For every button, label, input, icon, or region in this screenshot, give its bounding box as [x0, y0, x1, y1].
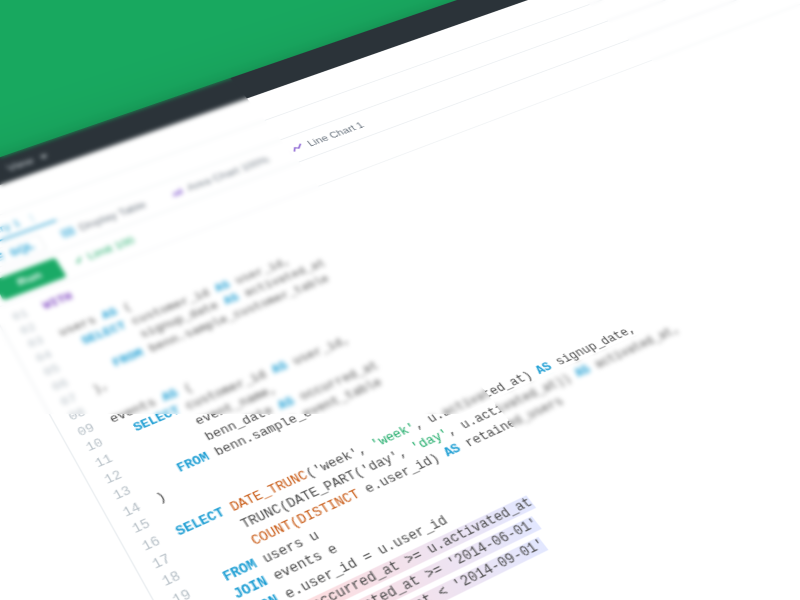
table-icon	[59, 226, 77, 239]
line-chart-icon	[289, 142, 306, 154]
tab-more-icon[interactable]: ⋮	[22, 211, 40, 225]
view-sql-label: SQL	[7, 240, 36, 258]
app-window: Describing Retention Share Options View …	[0, 0, 800, 600]
check-icon: ✓	[71, 253, 87, 266]
sql-icon	[0, 251, 7, 264]
caret-down-icon	[39, 154, 48, 159]
add-chart-link[interactable]: Add Chart	[0, 417, 63, 537]
area-chart-icon	[168, 186, 185, 198]
content-area: Query 1SQLDisplay TableArea Chart 100%Li…	[0, 0, 800, 600]
menu-view-label: View	[4, 155, 35, 173]
main-panel: Query 1 ⋮ ⟳ SQL Display Table	[0, 0, 800, 600]
